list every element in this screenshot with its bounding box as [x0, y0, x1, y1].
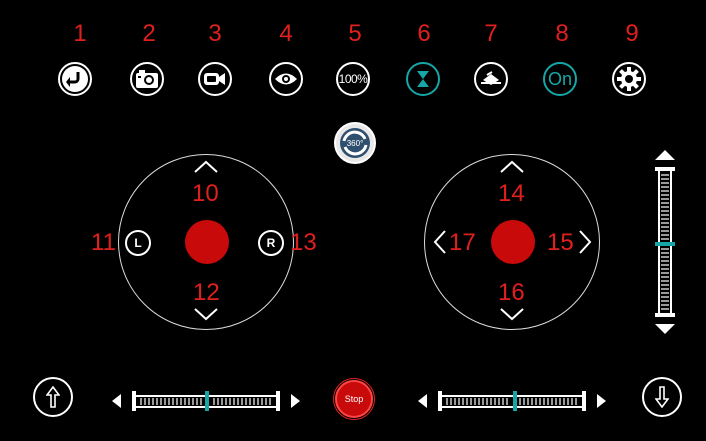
right-joystick-left-num: 17 [449, 229, 476, 256]
view-button[interactable] [269, 62, 303, 96]
label-4: 4 [279, 20, 293, 47]
label-9: 9 [625, 20, 639, 47]
right-joystick-up-chevron[interactable] [499, 160, 525, 174]
settings-button[interactable] [612, 62, 646, 96]
camera-icon [136, 70, 158, 88]
label-5: 5 [348, 20, 362, 47]
label-8: 8 [555, 20, 569, 47]
right-joystick-right-num: 15 [547, 229, 574, 256]
right-slider-left-arrow[interactable] [418, 394, 428, 408]
left-joystick-down-chevron[interactable] [193, 307, 219, 321]
left-joystick-left-num: 11 [91, 229, 116, 256]
align-button[interactable] [474, 62, 508, 96]
label-1: 1 [73, 20, 87, 47]
right-joystick-right-chevron[interactable] [578, 229, 592, 255]
right-joystick-up-num: 14 [498, 180, 525, 207]
eye-icon [275, 73, 297, 85]
vertical-slider-down-arrow[interactable] [655, 323, 675, 335]
label-6: 6 [417, 20, 431, 47]
right-horizontal-slider[interactable] [438, 390, 586, 412]
left-horizontal-slider[interactable] [132, 390, 280, 412]
right-joystick-down-num: 16 [498, 279, 525, 306]
left-joystick-knob[interactable] [185, 220, 229, 264]
ascend-button[interactable] [33, 377, 73, 417]
return-icon [62, 66, 88, 92]
toggle-on-label: On [547, 68, 572, 89]
settings-gear-icon [617, 67, 641, 91]
right-joystick-left-chevron[interactable] [433, 229, 447, 255]
hourglass-icon [417, 71, 429, 87]
rotate-360-icon: 360° [340, 128, 370, 158]
stop-button[interactable]: Stop [335, 380, 373, 418]
left-joystick-right-num: 13 [290, 229, 317, 256]
video-icon [204, 73, 225, 85]
left-slider-left-arrow[interactable] [112, 394, 122, 408]
rotate-right-button[interactable]: R [258, 230, 284, 256]
rotate-left-letter: L [134, 236, 142, 250]
rotate-360-button[interactable]: 360° [334, 122, 376, 164]
vertical-slider-up-arrow[interactable] [655, 149, 675, 161]
zoom-button[interactable]: 100% [336, 62, 370, 96]
zoom-percent: 100% [338, 72, 368, 86]
photo-button[interactable] [130, 62, 164, 96]
down-arrow-icon [655, 386, 669, 408]
stop-label: Stop [344, 394, 364, 404]
label-3: 3 [208, 20, 222, 47]
left-joystick-down-num: 12 [193, 279, 220, 306]
left-joystick-up-chevron[interactable] [193, 160, 219, 174]
left-slider-right-arrow[interactable] [290, 394, 300, 408]
vertical-slider[interactable] [652, 167, 678, 317]
video-button[interactable] [198, 62, 232, 96]
descend-button[interactable] [642, 377, 682, 417]
rotate-left-button[interactable]: L [125, 230, 151, 256]
stop-button-ring[interactable]: Stop [333, 378, 375, 420]
align-icon [481, 71, 501, 85]
timer-button[interactable] [406, 62, 440, 96]
right-joystick-knob[interactable] [491, 220, 535, 264]
return-button[interactable] [58, 62, 92, 96]
label-7: 7 [484, 20, 498, 47]
rotate-360-label: 360° [347, 139, 364, 148]
left-joystick-up-num: 10 [192, 180, 219, 207]
toggle-on-button[interactable]: On [543, 62, 577, 96]
up-arrow-icon [46, 386, 60, 408]
rotate-right-letter: R [266, 236, 276, 250]
label-2: 2 [142, 20, 156, 47]
right-slider-right-arrow[interactable] [596, 394, 606, 408]
right-joystick-down-chevron[interactable] [499, 307, 525, 321]
